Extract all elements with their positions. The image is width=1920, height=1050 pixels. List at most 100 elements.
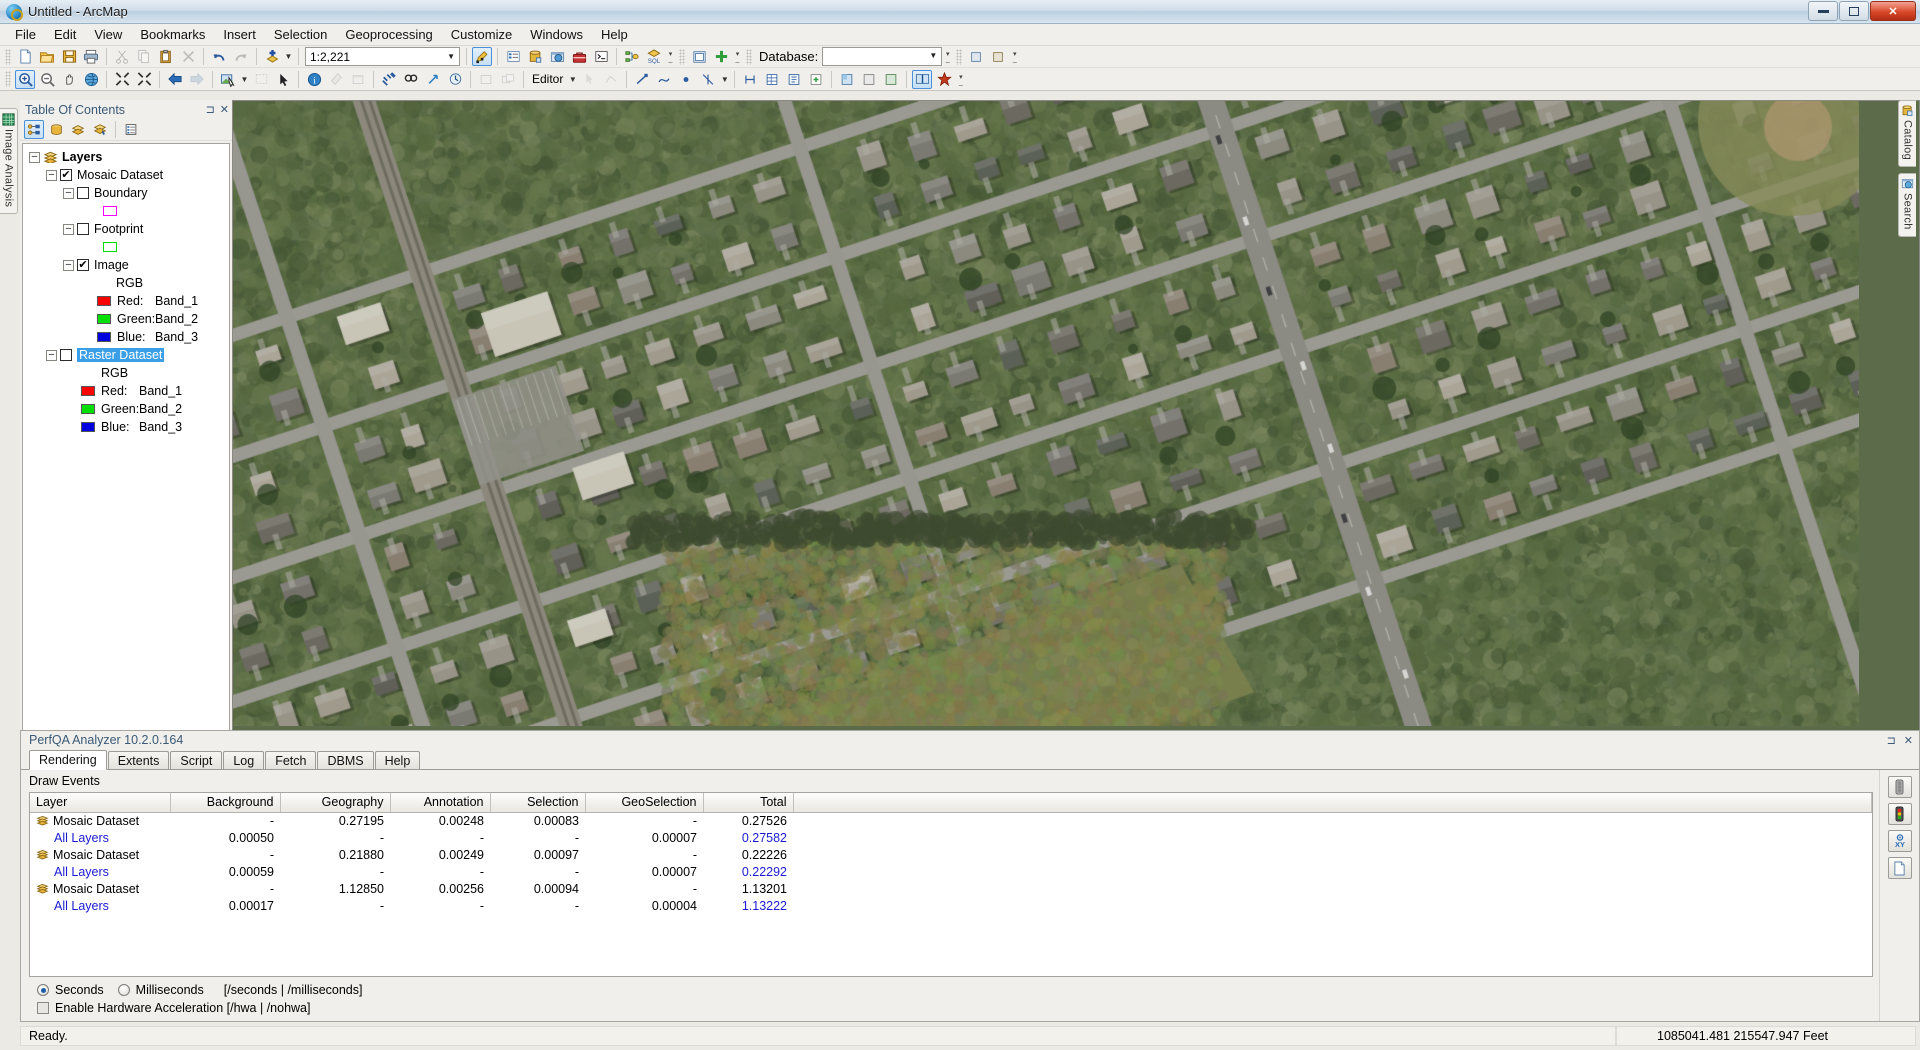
select-dropdown-icon[interactable]: ▼ xyxy=(239,70,250,89)
identify-icon[interactable]: i xyxy=(304,70,324,89)
add-data-dropdown-icon[interactable]: ▼ xyxy=(283,47,294,66)
radio-seconds[interactable] xyxy=(37,984,49,996)
options-icon[interactable] xyxy=(121,120,141,139)
toc-band-red[interactable]: Red: Band_1 xyxy=(23,292,229,310)
expander-icon[interactable]: − xyxy=(29,151,40,163)
toc-band-blue[interactable]: Blue: Band_3 xyxy=(23,328,229,346)
construct-point-icon[interactable] xyxy=(676,70,696,89)
sql-icon[interactable]: SQL xyxy=(644,47,664,66)
toc-node-raster-dataset[interactable]: − Raster Dataset xyxy=(23,346,229,364)
close-button[interactable]: ✕ xyxy=(1870,1,1916,21)
toolbox-icon[interactable] xyxy=(569,47,589,66)
edit-tool-icon[interactable] xyxy=(579,70,599,89)
image-classification-icon[interactable] xyxy=(837,70,857,89)
zoom-out-icon[interactable] xyxy=(37,70,57,89)
map-scale-combo[interactable]: 1:2,221 ▼ xyxy=(305,47,460,66)
table-of-contents-icon[interactable] xyxy=(503,47,523,66)
table-row[interactable]: Mosaic Dataset - 0.27195 0.00248 0.00083… xyxy=(30,812,1872,829)
menu-geoprocessing[interactable]: Geoprocessing xyxy=(336,25,441,44)
col-total[interactable]: Total xyxy=(703,793,794,813)
snapping-icon[interactable] xyxy=(740,70,760,89)
toc-node-layers[interactable]: − Layers xyxy=(23,148,229,166)
find-icon[interactable] xyxy=(401,70,421,89)
print-icon[interactable] xyxy=(81,47,101,66)
toc-band-blue[interactable]: Blue: Band_3 xyxy=(23,418,229,436)
tab-script[interactable]: Script xyxy=(170,751,223,769)
editor-toolbar-icon[interactable] xyxy=(472,47,492,66)
delete-icon[interactable] xyxy=(178,47,198,66)
catalog-icon[interactable] xyxy=(525,47,545,66)
menu-selection[interactable]: Selection xyxy=(265,25,336,44)
geotag-icon[interactable] xyxy=(881,70,901,89)
undo-icon[interactable] xyxy=(209,47,229,66)
tab-fetch[interactable]: Fetch xyxy=(265,751,317,769)
trace-icon[interactable] xyxy=(654,70,674,89)
draw-events-grid[interactable]: Layer Background Geography Annotation Se… xyxy=(29,792,1873,977)
chevron-down-icon[interactable]: ▼ xyxy=(447,52,455,61)
close-icon[interactable]: ✕ xyxy=(220,103,229,116)
tab-extents[interactable]: Extents xyxy=(107,751,170,769)
expander-icon[interactable]: − xyxy=(63,187,74,199)
select-features-icon[interactable] xyxy=(218,70,238,89)
attributes-icon[interactable] xyxy=(762,70,782,89)
restore-button[interactable] xyxy=(1839,1,1869,21)
menu-edit[interactable]: Edit xyxy=(45,25,85,44)
full-extent-icon[interactable] xyxy=(81,70,101,89)
toc-symbol-footprint[interactable] xyxy=(23,238,229,256)
sidebar-item-search[interactable]: Search xyxy=(1898,173,1916,237)
tab-rendering[interactable]: Rendering xyxy=(29,750,107,770)
copy-icon[interactable] xyxy=(134,47,154,66)
cut-icon[interactable] xyxy=(112,47,132,66)
database-combo[interactable]: ▼ xyxy=(822,47,943,66)
traffic-light-on-icon[interactable] xyxy=(1887,803,1912,825)
model-builder-icon[interactable] xyxy=(622,47,642,66)
col-geoselection[interactable]: GeoSelection xyxy=(585,793,704,813)
toc-symbol-boundary[interactable] xyxy=(23,202,229,220)
menu-insert[interactable]: Insert xyxy=(214,25,265,44)
measure-icon[interactable] xyxy=(379,70,399,89)
close-icon[interactable]: ✕ xyxy=(1904,734,1913,747)
toc-band-red[interactable]: Red: Band_1 xyxy=(23,382,229,400)
sidebar-item-image-analysis[interactable]: Image Analysis xyxy=(0,108,18,215)
menu-customize[interactable]: Customize xyxy=(442,25,521,44)
toc-node-footprint[interactable]: − Footprint xyxy=(23,220,229,238)
search-icon[interactable] xyxy=(547,47,567,66)
hyperlink-icon[interactable] xyxy=(326,70,346,89)
toolbar-grip[interactable] xyxy=(5,71,11,87)
col-geography[interactable]: Geography xyxy=(280,793,391,813)
col-layer[interactable]: Layer xyxy=(30,793,171,813)
toc-band-green[interactable]: Green: Band_2 xyxy=(23,400,229,418)
expander-icon[interactable]: − xyxy=(63,223,74,235)
layer-visibility-checkbox[interactable]: ✔ xyxy=(77,259,89,271)
select-elements-icon[interactable] xyxy=(273,70,293,89)
flicker-icon[interactable] xyxy=(934,70,954,89)
toolbar-overflow-icon[interactable]: ▾ _ xyxy=(1009,47,1020,66)
layout-view-icon[interactable] xyxy=(689,47,709,66)
database-connect-icon[interactable] xyxy=(966,47,986,66)
menu-windows[interactable]: Windows xyxy=(521,25,592,44)
create-viewer-icon[interactable] xyxy=(476,70,496,89)
toc-band-green[interactable]: Green: Band_2 xyxy=(23,310,229,328)
toc-node-boundary[interactable]: − Boundary xyxy=(23,184,229,202)
expander-icon[interactable]: − xyxy=(46,349,57,361)
traffic-light-off-icon[interactable] xyxy=(1887,776,1912,798)
chevron-down-icon[interactable]: ▼ xyxy=(929,51,937,60)
split-icon[interactable] xyxy=(698,70,718,89)
toc-node-image[interactable]: − ✔ Image xyxy=(23,256,229,274)
add-icon[interactable] xyxy=(711,47,731,66)
layer-visibility-checkbox[interactable] xyxy=(77,223,89,235)
list-by-source-icon[interactable] xyxy=(46,120,66,139)
table-row[interactable]: All Layers 0.00050 - - - 0.00007 0.27582 xyxy=(30,829,1872,846)
menu-view[interactable]: View xyxy=(85,25,131,44)
toolbar-overflow-icon[interactable]: ▾ _ xyxy=(732,47,743,66)
tab-log[interactable]: Log xyxy=(223,751,265,769)
paste-icon[interactable] xyxy=(156,47,176,66)
menu-help[interactable]: Help xyxy=(592,25,637,44)
sketch-properties-icon[interactable] xyxy=(784,70,804,89)
time-slider-icon[interactable] xyxy=(445,70,465,89)
toc-node-mosaic-dataset[interactable]: − ✔ Mosaic Dataset xyxy=(23,166,229,184)
menu-bookmarks[interactable]: Bookmarks xyxy=(131,25,214,44)
toolbar-overflow-icon[interactable]: ▾ _ xyxy=(665,47,676,66)
layer-visibility-checkbox[interactable] xyxy=(60,349,72,361)
fixed-zoom-out-icon[interactable] xyxy=(134,70,154,89)
